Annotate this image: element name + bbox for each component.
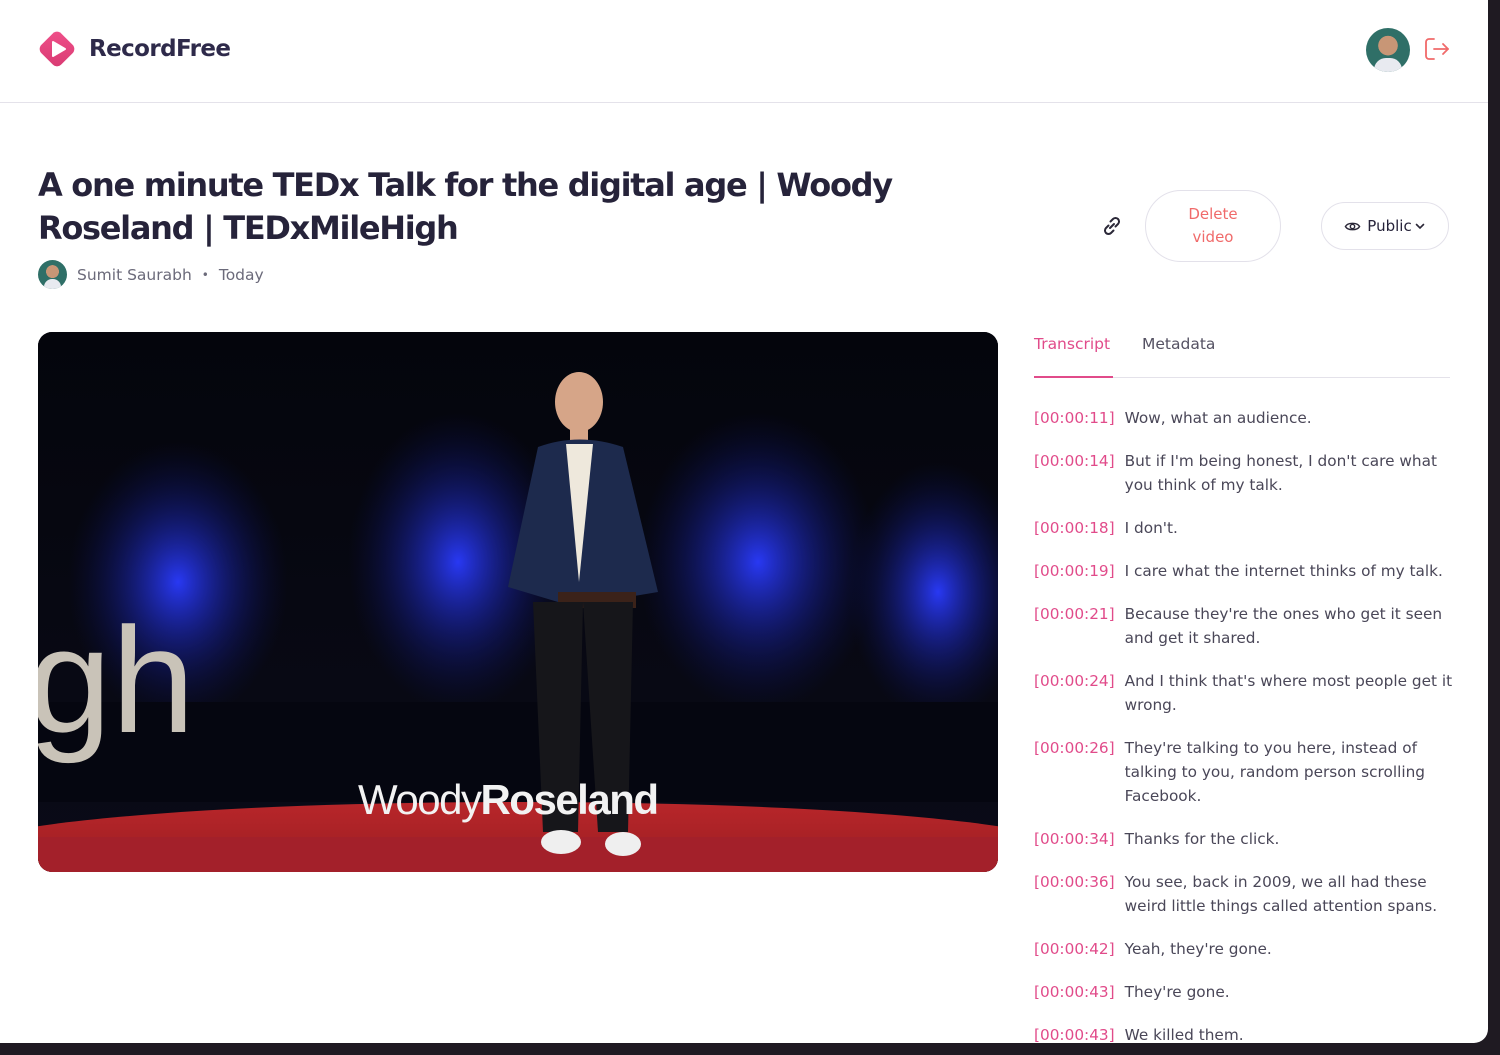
- transcript-text: Wow, what an audience.: [1124, 409, 1312, 427]
- timestamp[interactable]: [00:00:42]: [1034, 937, 1115, 961]
- meta-separator: •: [201, 267, 209, 282]
- delete-video-button[interactable]: Delete video: [1145, 190, 1281, 262]
- transcript-text: Because they're the ones who get it seen…: [1124, 605, 1443, 647]
- tab-metadata[interactable]: Metadata: [1142, 331, 1215, 377]
- transcript-line[interactable]: [00:00:14] But if I'm being honest, I don…: [1034, 449, 1454, 497]
- overlay-name-first: Woody: [358, 776, 482, 823]
- visibility-dropdown[interactable]: Public: [1321, 202, 1449, 250]
- transcript-text: Thanks for the click.: [1124, 830, 1280, 848]
- app-window: RecordFree A one minute TEDx Talk for th…: [0, 0, 1488, 1043]
- transcript-line[interactable]: [00:00:11] Wow, what an audience.: [1034, 406, 1454, 430]
- svg-text:WoodyRoseland: WoodyRoseland: [358, 776, 658, 823]
- transcript-line[interactable]: [00:00:43] They're gone.: [1034, 980, 1454, 1004]
- transcript-text: And I think that's where most people get…: [1124, 672, 1453, 714]
- transcript-line[interactable]: [00:00:18] I don't.: [1034, 516, 1454, 540]
- transcript-line[interactable]: [00:00:24] And I think that's where most …: [1034, 669, 1454, 717]
- transcript-text: They're talking to you here, instead of …: [1124, 739, 1426, 805]
- transcript-line[interactable]: [00:00:36] You see, back in 2009, we all …: [1034, 870, 1454, 918]
- transcript-line[interactable]: [00:00:42] Yeah, they're gone.: [1034, 937, 1454, 961]
- top-bar: RecordFree: [0, 0, 1488, 103]
- timestamp[interactable]: [00:00:26]: [1034, 736, 1115, 808]
- transcript-line[interactable]: [00:00:43] We killed them.: [1034, 1023, 1454, 1043]
- author-name: Sumit Saurabh: [77, 265, 192, 284]
- overlay-name-last: Roseland: [480, 776, 657, 823]
- timestamp[interactable]: [00:00:18]: [1034, 516, 1115, 540]
- video-frame: gh WoodyRoseland: [38, 332, 998, 872]
- brand-name: RecordFree: [89, 36, 231, 62]
- video-meta: Sumit Saurabh • Today: [38, 260, 264, 289]
- tab-bar: Transcript Metadata: [1034, 331, 1450, 378]
- transcript-text: Yeah, they're gone.: [1124, 940, 1272, 958]
- transcript-line[interactable]: [00:00:19] I care what the internet think…: [1034, 559, 1454, 583]
- transcript-text: I don't.: [1124, 519, 1178, 537]
- timestamp[interactable]: [00:00:24]: [1034, 669, 1115, 717]
- timestamp[interactable]: [00:00:11]: [1034, 406, 1115, 430]
- video-player[interactable]: gh WoodyRoseland: [38, 332, 998, 872]
- eye-icon: [1344, 222, 1361, 230]
- timestamp[interactable]: [00:00:43]: [1034, 980, 1115, 1004]
- transcript-line[interactable]: [00:00:34] Thanks for the click.: [1034, 827, 1454, 851]
- brand-logo[interactable]: RecordFree: [37, 29, 231, 69]
- visibility-label: Public: [1367, 217, 1412, 235]
- transcript-text: They're gone.: [1124, 983, 1230, 1001]
- author-avatar: [38, 260, 67, 289]
- link-icon[interactable]: [1098, 212, 1126, 240]
- transcript-text: You see, back in 2009, we all had these …: [1124, 873, 1438, 915]
- timestamp[interactable]: [00:00:36]: [1034, 870, 1115, 918]
- transcript-list: [00:00:11] Wow, what an audience. [00:00:…: [1034, 406, 1454, 1043]
- video-title: A one minute TEDx Talk for the digital a…: [38, 166, 893, 247]
- timestamp[interactable]: [00:00:14]: [1034, 449, 1115, 497]
- timestamp[interactable]: [00:00:43]: [1034, 1023, 1115, 1043]
- logout-icon[interactable]: [1421, 34, 1451, 64]
- timestamp[interactable]: [00:00:19]: [1034, 559, 1115, 583]
- recordfree-logo-icon: [39, 31, 75, 67]
- transcript-line[interactable]: [00:00:21] Because they're the ones who g…: [1034, 602, 1454, 650]
- transcript-text: We killed them.: [1124, 1026, 1244, 1043]
- video-date: Today: [218, 265, 264, 284]
- transcript-line[interactable]: [00:00:26] They're talking to you here, i…: [1034, 736, 1454, 808]
- timestamp[interactable]: [00:00:34]: [1034, 827, 1115, 851]
- chevron-down-icon: [1415, 223, 1425, 230]
- timestamp[interactable]: [00:00:21]: [1034, 602, 1115, 650]
- transcript-text: I care what the internet thinks of my ta…: [1124, 562, 1443, 580]
- stage-letters: gh: [38, 596, 195, 764]
- tab-transcript[interactable]: Transcript: [1034, 331, 1113, 378]
- user-avatar[interactable]: [1366, 28, 1410, 72]
- transcript-text: But if I'm being honest, I don't care wh…: [1124, 452, 1437, 494]
